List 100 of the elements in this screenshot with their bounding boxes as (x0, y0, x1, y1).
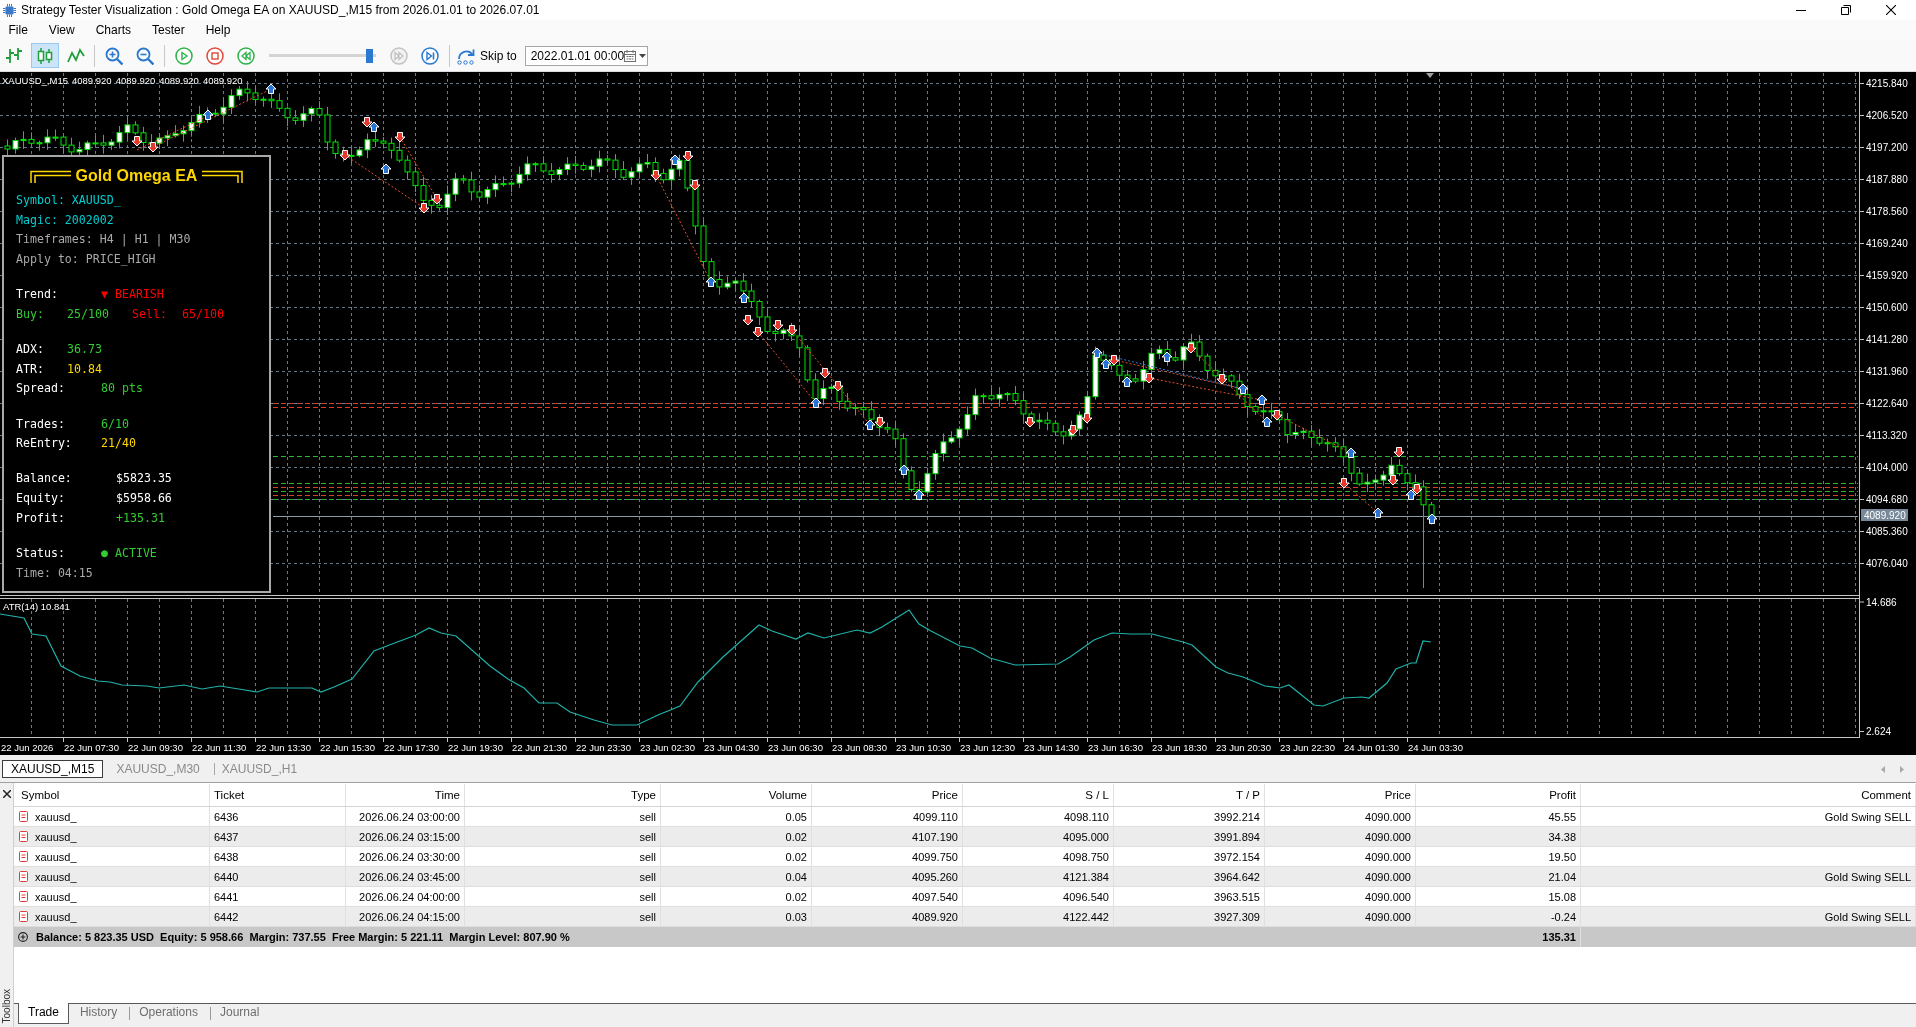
table-cell: 4095.000 (963, 827, 1114, 846)
table-cell: sell (465, 867, 661, 886)
caret-icon[interactable] (639, 53, 647, 58)
down-arrow-icon (650, 170, 662, 181)
bar-chart-icon (5, 46, 23, 65)
table-row[interactable]: xauusd_ 6436 2026.06.24 03:00:00 sell 0.05 4099.110 4098.110 3992.214 4090.000 45.55 Gold Swing SELL (14, 807, 1916, 827)
title-ornament-icon (29, 169, 71, 183)
up-arrow-icon (1372, 507, 1384, 518)
column-header[interactable]: Volume (661, 784, 812, 806)
table-cell: 4098.110 (963, 807, 1114, 826)
down-arrow-icon (394, 132, 406, 143)
document-icon (19, 811, 28, 822)
info-text: Timeframes: H4 | H1 | M30 (16, 232, 191, 247)
table-row[interactable]: xauusd_ 6442 2026.06.24 04:15:00 sell 0.03 4089.920 4122.442 3927.309 4090.000 -0.24 Gold Swing SELL (14, 907, 1916, 927)
price-axis-label: 4085.360 (1866, 526, 1908, 537)
down-arrow-icon (1108, 355, 1120, 366)
stat-label: Trend: (16, 287, 58, 302)
calendar-icon[interactable] (624, 49, 637, 62)
menu-item[interactable]: View (38, 22, 86, 38)
down-arrow-icon (689, 180, 701, 191)
document-icon (19, 831, 28, 842)
rewind-icon[interactable] (237, 46, 255, 65)
up-arrow-icon (380, 163, 392, 174)
price-axis-label: 4178.560 (1866, 206, 1908, 217)
menu-item[interactable]: Help (195, 22, 241, 38)
column-header[interactable]: Time (346, 784, 465, 806)
table-cell: 2026.06.24 03:00:00 (346, 807, 465, 826)
table-cell: xauusd_ (35, 870, 77, 883)
play-icon[interactable] (175, 46, 193, 65)
time-axis-label: 24 Jun 03:30 (1408, 742, 1463, 753)
stat-label: Balance: (16, 471, 72, 486)
column-header[interactable]: Price (1265, 784, 1416, 806)
table-cell: 45.55 (1416, 807, 1581, 826)
table-row[interactable]: xauusd_ 6441 2026.06.24 04:00:00 sell 0.02 4097.540 4096.540 3963.515 4090.000 15.08 (14, 887, 1916, 907)
minimize-icon[interactable] (1796, 9, 1806, 11)
table-cell: 2026.06.24 03:30:00 (346, 847, 465, 866)
window-title: Strategy Tester Visualization : Gold Omega EA on XAUUSD_,M15 from 2026.01.01 to 2026.07.01 (21, 3, 540, 17)
column-header[interactable]: Price (812, 784, 963, 806)
table-row[interactable]: xauusd_ 6438 2026.06.24 03:30:00 sell 0.02 4099.750 4098.750 3972.154 4090.000 19.50 (14, 847, 1916, 867)
skip-to-end-icon[interactable] (421, 46, 439, 65)
menu-item[interactable]: Charts (85, 22, 142, 38)
stat-value: 80 pts (101, 381, 143, 396)
candlestick-icon (36, 46, 54, 65)
down-arrow-icon (742, 315, 754, 326)
menu-item[interactable]: File (0, 22, 39, 38)
stat-label: Spread: (16, 381, 65, 396)
column-header[interactable]: Comment (1581, 784, 1916, 806)
down-arrow-icon (431, 194, 443, 205)
panel-tab[interactable]: Trade (18, 1003, 69, 1024)
expand-icon[interactable] (18, 932, 28, 942)
slider-thumb[interactable] (366, 48, 373, 63)
up-arrow-icon (705, 276, 717, 287)
stat-value: $5958.66 (116, 491, 172, 506)
stat-label: Profit: (16, 510, 65, 525)
zoom-in-icon[interactable] (105, 46, 123, 65)
time-axis-label: 23 Jun 14:30 (1024, 742, 1079, 753)
stat-value: 25/100 (67, 306, 109, 321)
panel-tab[interactable]: History (68, 1003, 129, 1024)
stat-label: ReEntry: (16, 436, 72, 451)
close-icon[interactable] (1886, 5, 1896, 15)
skip-to-button[interactable]: Skip to (456, 46, 517, 65)
time-axis-label: 23 Jun 16:30 (1088, 742, 1143, 753)
stop-icon[interactable] (206, 46, 224, 65)
table-cell: 4099.110 (812, 807, 963, 826)
column-header[interactable]: Profit (1416, 784, 1581, 806)
close-icon[interactable] (2, 790, 11, 798)
stat-value: ● ACTIVE (101, 545, 157, 560)
table-cell: 4095.260 (812, 867, 963, 886)
column-header[interactable]: T / P (1114, 784, 1265, 806)
table-row[interactable]: xauusd_ 6437 2026.06.24 03:15:00 sell 0.02 4107.190 4095.000 3991.894 4090.000 34.38 (14, 827, 1916, 847)
chart-type-button[interactable] (31, 43, 59, 68)
current-price-tag: 4089.920 (1861, 509, 1908, 521)
chart-tab[interactable]: XAUUSD_,M15 (2, 760, 104, 778)
stat-value: 36.73 (67, 341, 102, 356)
line-chart-icon (67, 46, 85, 65)
table-cell: sell (465, 847, 661, 866)
up-arrow-icon (202, 109, 214, 120)
zoom-out-icon[interactable] (136, 46, 154, 65)
column-header[interactable]: Type (465, 784, 661, 806)
column-header[interactable]: Symbol (14, 784, 210, 806)
table-cell: 2026.06.24 03:45:00 (346, 867, 465, 886)
stat-label: ATR: (16, 361, 44, 376)
title-ornament-icon (202, 169, 244, 183)
stat-value: +135.31 (116, 510, 165, 525)
restore-icon[interactable] (1841, 5, 1851, 15)
time-axis-label: 23 Jun 10:30 (896, 742, 951, 753)
account-summary: Balance: 5 823.35 USD Equity: 5 958.66 Margin: 737.55 Free Margin: 5 221.11 Margin Level: 807.90 % (36, 931, 570, 943)
menu-item[interactable]: Tester (141, 22, 196, 38)
table-cell: 4121.384 (963, 867, 1114, 886)
column-header[interactable]: Ticket (210, 784, 346, 806)
date-field[interactable]: 2022.01.01 00:00 (524, 45, 648, 66)
down-arrow-icon (1387, 475, 1399, 486)
price-axis-label: 4076.040 (1866, 558, 1908, 569)
table-row[interactable]: xauusd_ 6440 2026.06.24 03:45:00 sell 0.04 4095.260 4121.384 3964.642 4090.000 21.04 Gold Swing SELL (14, 867, 1916, 887)
table-cell: 4090.000 (1265, 887, 1416, 906)
table-cell: 34.38 (1416, 827, 1581, 846)
column-header[interactable]: S / L (963, 784, 1114, 806)
down-arrow-icon (1216, 374, 1228, 385)
table-cell: 6437 (210, 827, 346, 846)
down-arrow-icon (1393, 447, 1405, 458)
